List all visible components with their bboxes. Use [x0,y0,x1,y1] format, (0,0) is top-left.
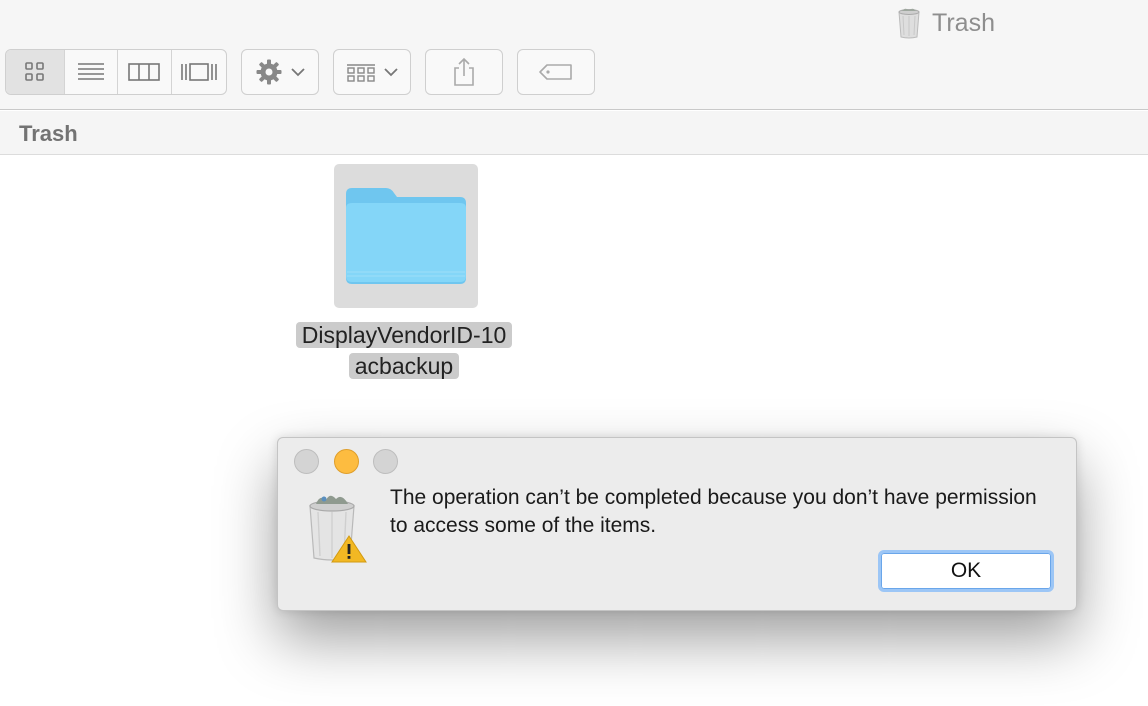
trash-icon [898,8,920,39]
folder-name: DisplayVendorID-10 acbackup [283,320,525,382]
zoom-button[interactable] [373,449,398,474]
cover-flow-view-icon [180,63,217,81]
selection-highlight [334,164,478,308]
folder-title: Trash [19,121,78,146]
cover-flow-view-button[interactable] [172,50,226,94]
action-menu-button[interactable] [241,49,319,95]
folder-icon [346,188,466,284]
list-view-button[interactable] [65,50,118,94]
column-view-icon [128,63,161,81]
alert-dialog: The operation can’t be completed because… [277,437,1077,611]
alert-message: The operation can’t be completed because… [390,486,1037,537]
share-icon [454,57,474,86]
ok-button[interactable]: OK [878,550,1054,592]
gear-icon [256,59,282,85]
folder-item[interactable]: DisplayVendorID-10 acbackup [283,164,525,379]
tag-icon [539,64,572,80]
list-view-icon [78,63,105,80]
tag-button[interactable] [517,49,595,95]
folder-name-line2: acbackup [348,353,460,379]
path-bar: Trash [0,111,1148,155]
window-title: Trash [896,6,995,40]
chevron-down-icon [291,68,305,77]
arrange-button[interactable] [333,49,411,95]
column-view-button[interactable] [118,50,172,94]
folder-name-line1: DisplayVendorID-10 [295,322,513,348]
share-button[interactable] [425,49,503,95]
chevron-down-icon [384,68,398,77]
file-browser-area: DisplayVendorID-10 acbackup [0,156,1148,706]
trash-warning-icon [309,495,367,563]
close-button[interactable] [294,449,319,474]
icon-view-icon [25,62,45,81]
icon-view-button[interactable] [6,50,66,94]
finder-window: Trash Trash DisplayVendorID-10 acbackup … [0,0,1148,706]
view-mode-control [5,49,227,95]
minimize-button[interactable] [334,449,359,474]
toolbar: Trash [0,0,1148,110]
arrange-grid-icon [347,64,375,82]
window-title-text: Trash [932,8,995,37]
